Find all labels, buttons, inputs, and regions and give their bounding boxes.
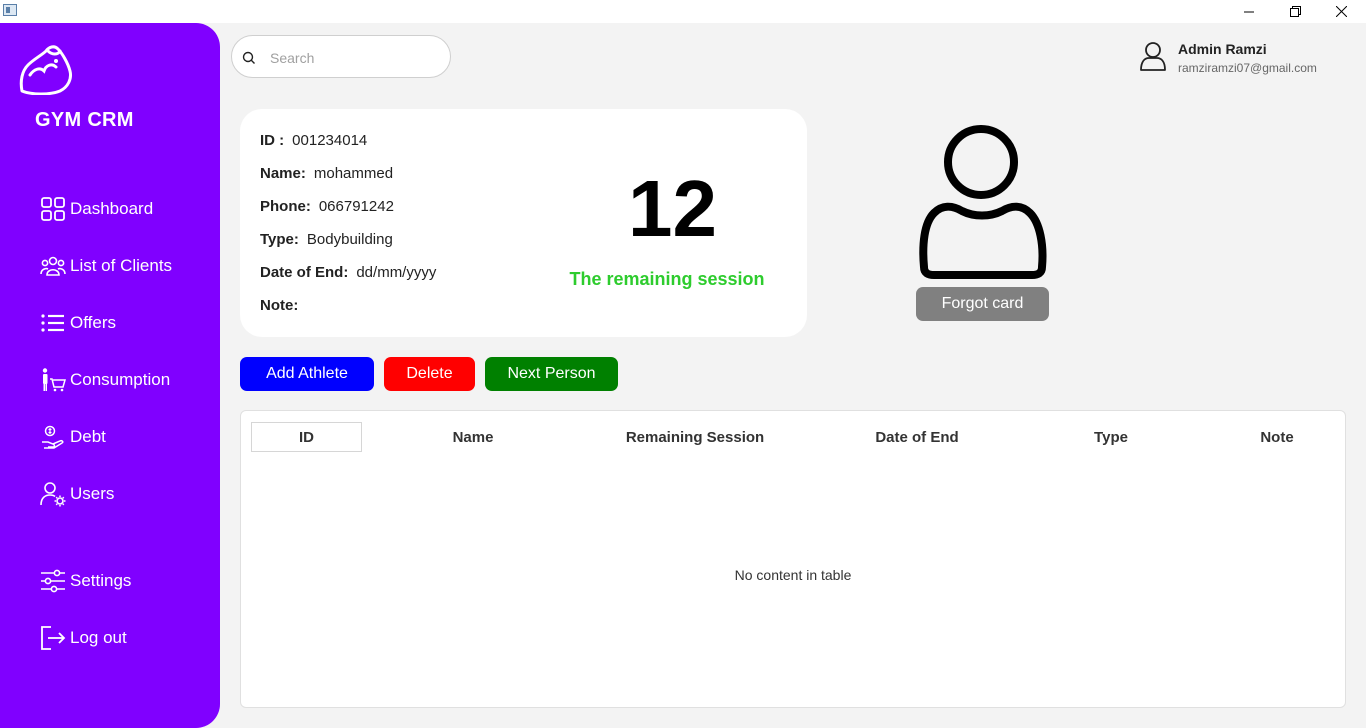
restore-button[interactable] — [1272, 0, 1318, 23]
list-icon — [41, 314, 64, 332]
profile-photo-icon — [916, 125, 1048, 286]
table-empty-message: No content in table — [734, 567, 852, 583]
sidebar-item-label: Users — [70, 484, 115, 503]
sidebar-item-label: Settings — [70, 571, 132, 590]
add-athlete-button[interactable]: Add Athlete — [240, 357, 374, 391]
end-date-label: Date of End: — [260, 264, 349, 281]
dashboard-icon — [41, 197, 65, 221]
restore-icon — [1289, 6, 1301, 17]
user-settings-icon — [40, 482, 66, 507]
search-input[interactable] — [268, 44, 442, 72]
search-box — [231, 35, 451, 78]
phone-label: Phone: — [260, 198, 311, 215]
debt-icon — [42, 425, 64, 449]
sidebar-item-users[interactable]: Users — [40, 479, 114, 509]
gym-logo-icon — [18, 41, 74, 100]
sidebar-item-debt[interactable]: Debt — [40, 422, 106, 452]
type-label: Type: — [260, 231, 299, 248]
app-icon — [3, 4, 17, 16]
id-row: ID : 001234014 — [260, 132, 367, 149]
phone-row: Phone: 066791242 — [260, 198, 394, 215]
sidebar-item-label: Offers — [70, 313, 116, 332]
brand-name: GYM CRM — [35, 109, 134, 131]
note-row: Note: — [260, 297, 306, 314]
id-value: 001234014 — [292, 132, 368, 149]
column-header-date-of-end[interactable]: Date of End — [847, 422, 987, 452]
id-label: ID : — [260, 132, 285, 149]
sidebar-item-settings[interactable]: Settings — [40, 566, 131, 596]
column-header-id[interactable]: ID — [251, 422, 362, 452]
sidebar-item-offers[interactable]: Offers — [40, 308, 116, 338]
title-bar — [0, 0, 1366, 23]
user-name: Admin Ramzi — [1178, 41, 1267, 57]
note-label: Note: — [260, 297, 299, 314]
sidebar-item-dashboard[interactable]: Dashboard — [40, 194, 153, 224]
user-email: ramziramzi07@gmail.com — [1178, 61, 1317, 75]
user-avatar-icon — [1139, 41, 1167, 78]
minimize-icon — [1244, 11, 1254, 12]
athletes-table: ID Name Remaining Session Date of End Ty… — [240, 410, 1346, 708]
athlete-card: ID : 001234014 Name: mohammed Phone: 066791… — [240, 109, 807, 337]
remaining-session-count: 12 — [628, 164, 717, 253]
delete-button[interactable]: Delete — [384, 357, 475, 391]
sidebar-item-consumption[interactable]: Consumption — [40, 365, 170, 395]
minimize-button[interactable] — [1226, 0, 1272, 23]
column-header-type[interactable]: Type — [1061, 422, 1161, 452]
sidebar-item-label: Log out — [70, 628, 127, 647]
name-label: Name: — [260, 165, 306, 182]
forgot-card-button[interactable]: Forgot card — [916, 287, 1049, 321]
sliders-icon — [41, 569, 65, 593]
remaining-session-label: The remaining session — [569, 269, 765, 289]
close-button[interactable] — [1318, 0, 1364, 23]
type-value: Bodybuilding — [306, 231, 393, 248]
clients-icon — [40, 256, 66, 276]
sidebar-item-label: Consumption — [70, 370, 171, 389]
logout-icon — [41, 626, 66, 650]
close-icon — [1335, 6, 1347, 17]
sidebar-item-label: List of Clients — [70, 256, 173, 275]
column-header-name[interactable]: Name — [413, 422, 533, 452]
sidebar-item-logout[interactable]: Log out — [40, 623, 127, 653]
column-header-remaining-session[interactable]: Remaining Session — [605, 422, 785, 452]
name-row: Name: mohammed — [260, 165, 393, 182]
column-header-note[interactable]: Note — [1227, 422, 1327, 452]
sidebar-item-label: Dashboard — [70, 199, 154, 218]
search-icon — [242, 51, 255, 64]
next-person-button[interactable]: Next Person — [485, 357, 618, 391]
sidebar-item-clients[interactable]: List of Clients — [40, 251, 172, 281]
end-date-value: dd/mm/yyyy — [356, 264, 437, 281]
phone-value: 066791242 — [318, 198, 394, 215]
type-row: Type: Bodybuilding — [260, 231, 393, 248]
end-date-row: Date of End: dd/mm/yyyy — [260, 264, 436, 281]
shopping-cart-icon — [42, 368, 66, 392]
name-value: mohammed — [313, 165, 394, 182]
sidebar-item-label: Debt — [70, 427, 106, 446]
sidebar: GYM CRM Dashboard List of Clients Offers — [0, 23, 220, 728]
